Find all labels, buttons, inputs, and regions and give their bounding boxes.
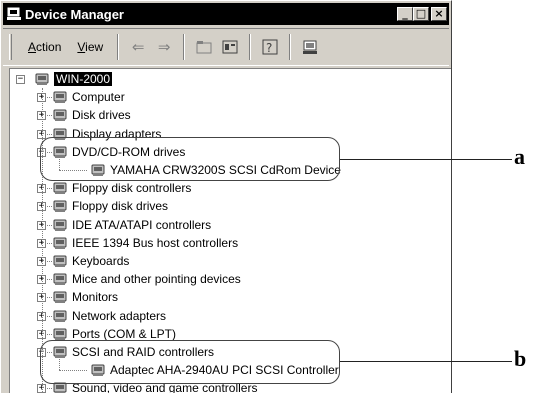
- forward-icon[interactable]: ⇒: [153, 37, 175, 57]
- ieee1394-icon: [52, 235, 68, 251]
- callout-a-box: [40, 137, 340, 181]
- tree-item-label: Floppy disk drives: [72, 199, 169, 214]
- scan-hardware-icon[interactable]: [299, 37, 321, 57]
- window-title: Device Manager: [25, 6, 124, 22]
- folder-up-icon[interactable]: [193, 37, 215, 57]
- tree-category-4[interactable]: Floppy disk controllers: [52, 179, 191, 197]
- title-bar[interactable]: Device Manager _ □ ×: [3, 3, 449, 25]
- tree-item-label: Mice and other pointing devices: [72, 272, 241, 287]
- toolbar-separator: [117, 34, 120, 60]
- floppy-drive-icon: [52, 198, 68, 214]
- close-button[interactable]: ×: [431, 7, 447, 21]
- keyboard-icon: [52, 253, 68, 269]
- minimize-button[interactable]: _: [397, 7, 413, 21]
- ide-controller-icon: [52, 217, 68, 233]
- tree-root[interactable]: WIN-2000: [34, 70, 114, 88]
- tree-item-label: Computer: [72, 90, 125, 105]
- properties-icon[interactable]: [219, 37, 241, 57]
- computer-icon: [52, 89, 68, 105]
- tree-item-label: Network adapters: [72, 308, 167, 323]
- help-icon[interactable]: ?: [259, 37, 281, 57]
- tree-item-label: IEEE 1394 Bus host controllers: [72, 235, 239, 250]
- tree-category-6[interactable]: IDE ATA/ATAPI controllers: [52, 216, 211, 234]
- tree-category-9[interactable]: Mice and other pointing devices: [52, 270, 241, 288]
- svg-text:?: ?: [266, 41, 272, 55]
- menu-view[interactable]: View: [69, 40, 111, 54]
- tree-item-label: WIN-2000: [52, 71, 114, 87]
- callout-b-line: [340, 361, 512, 362]
- toolbar-separator: [289, 34, 292, 60]
- collapse-icon[interactable]: −: [16, 75, 25, 84]
- tree-item-label: Disk drives: [72, 108, 131, 123]
- mouse-icon: [52, 271, 68, 287]
- toolbar-separator: [183, 34, 186, 60]
- tree-category-0[interactable]: Computer: [52, 88, 125, 106]
- maximize-button[interactable]: □: [413, 7, 429, 21]
- device-manager-window: Device Manager _ □ × Action View ⇐ ⇒ ? W…: [0, 0, 452, 393]
- tree-category-8[interactable]: Keyboards: [52, 252, 129, 270]
- callout-a-line: [340, 159, 512, 160]
- toolbar-separator: [249, 34, 252, 60]
- tree-item-label: IDE ATA/ATAPI controllers: [72, 217, 212, 232]
- tree-item-label: Monitors: [72, 290, 119, 305]
- tree-category-1[interactable]: Disk drives: [52, 106, 131, 124]
- disk-drive-icon: [52, 107, 68, 123]
- computer-root-icon: [34, 71, 50, 87]
- tree-category-10[interactable]: Monitors: [52, 288, 118, 306]
- tree-item-label: Ports (COM & LPT): [72, 326, 177, 341]
- tree-item-label: Floppy disk controllers: [72, 181, 192, 196]
- menu-action[interactable]: Action: [20, 40, 69, 54]
- callout-b-label: b: [514, 346, 527, 371]
- tree-item-label: Keyboards: [72, 254, 130, 268]
- tree-category-7[interactable]: IEEE 1394 Bus host controllers: [52, 234, 238, 252]
- floppy-controller-icon: [52, 180, 68, 196]
- callout-a-label: a: [514, 144, 525, 169]
- device-manager-icon: [7, 7, 21, 20]
- toolbar-grip[interactable]: [9, 34, 12, 60]
- callout-b-box: [40, 340, 340, 384]
- network-adapter-icon: [52, 308, 68, 324]
- monitor-icon: [52, 289, 68, 305]
- tree-category-11[interactable]: Network adapters: [52, 307, 166, 325]
- back-icon[interactable]: ⇐: [127, 37, 149, 57]
- menu-toolbar: Action View ⇐ ⇒ ?: [3, 28, 449, 66]
- tree-category-5[interactable]: Floppy disk drives: [52, 197, 168, 215]
